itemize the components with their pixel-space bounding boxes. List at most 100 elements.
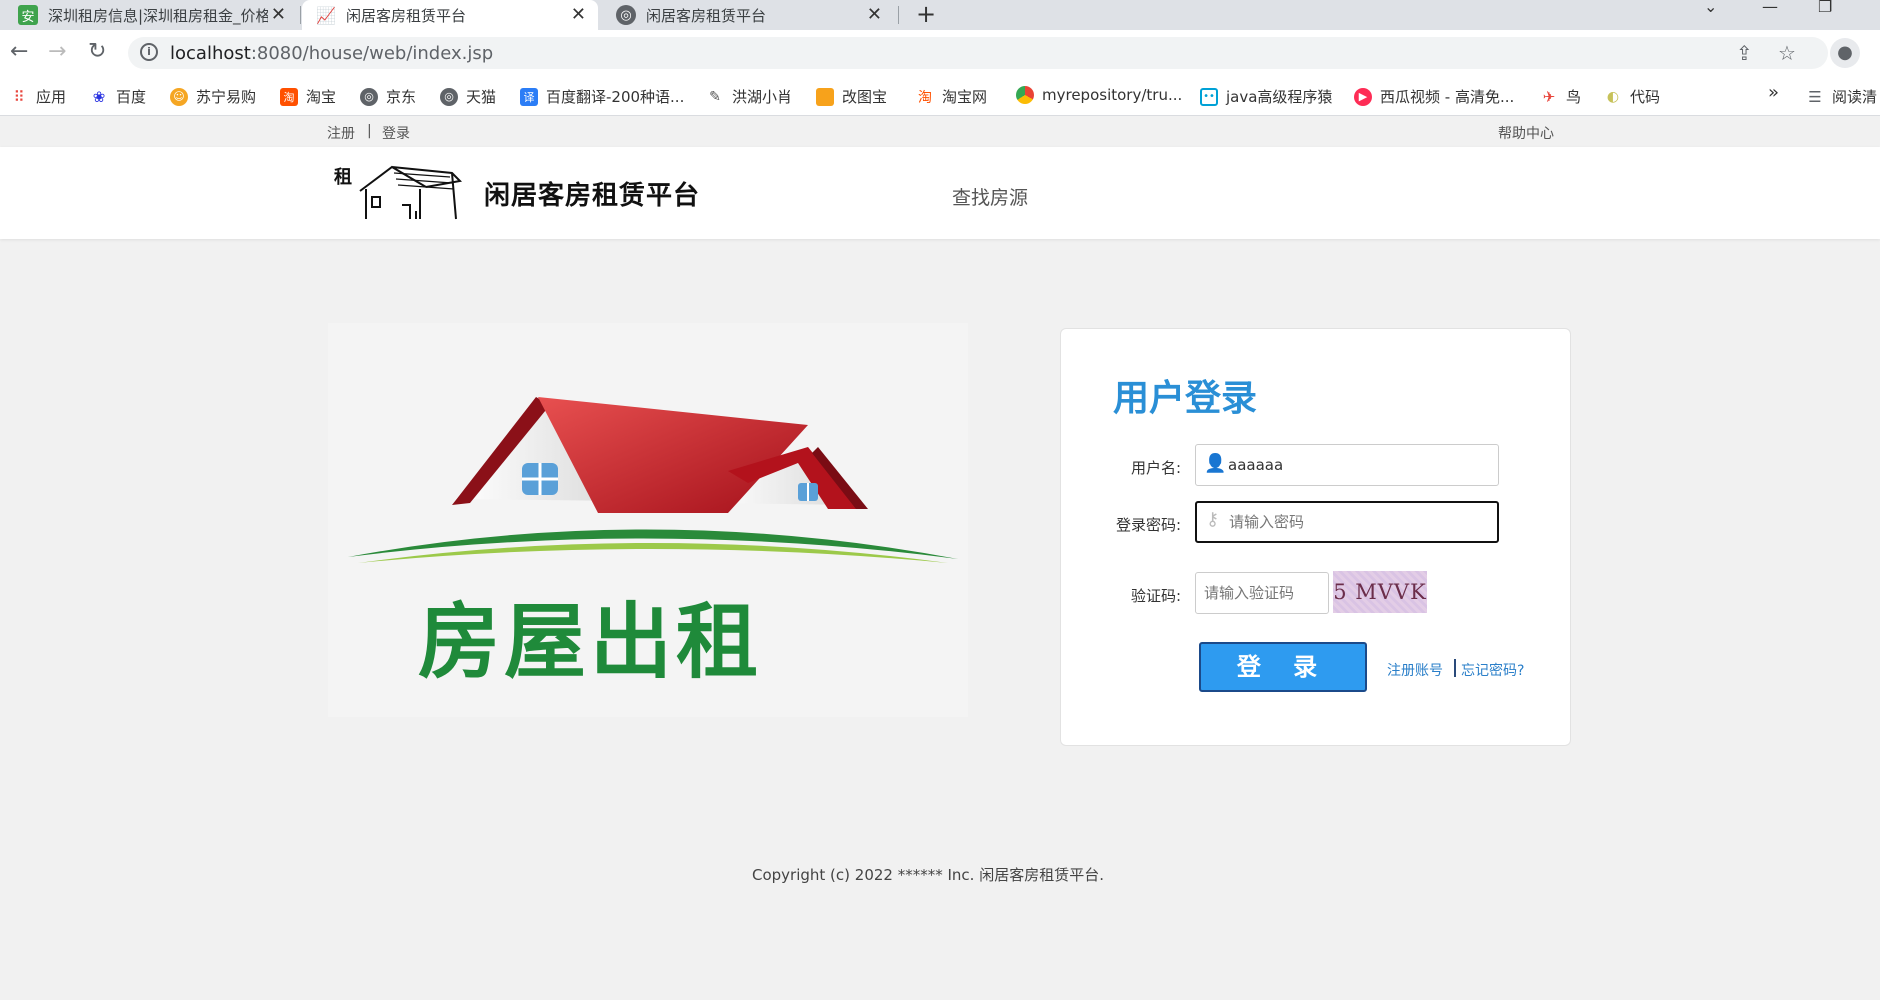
bird-icon: ✈: [1542, 87, 1556, 106]
tab-zufang[interactable]: 安 深圳租房信息|深圳租房租金_价格 ✕: [10, 0, 298, 30]
chrome-icon: [1016, 86, 1034, 104]
globe-icon: ◎: [616, 5, 636, 25]
star-icon[interactable]: ☆: [1778, 41, 1796, 65]
bookmark-label: 代码: [1630, 88, 1661, 106]
login-title: 用户登录: [1113, 378, 1258, 419]
minimize-icon[interactable]: —: [1762, 0, 1778, 15]
bookmark-myrepository[interactable]: myrepository/tru...: [1016, 86, 1182, 104]
captcha-input[interactable]: [1195, 572, 1329, 614]
bookmark-label: myrepository/tru...: [1042, 86, 1183, 104]
bookmark-label: 淘宝网: [942, 88, 988, 106]
user-icon: 👤: [1204, 453, 1227, 474]
nav-find-listings[interactable]: 查找房源: [952, 183, 1028, 210]
bookmark-label: 天猫: [466, 88, 497, 106]
login-submit-button[interactable]: 登 录: [1199, 642, 1367, 692]
bilibili-icon: ••: [1200, 87, 1218, 106]
suning-icon: ☺: [170, 87, 188, 106]
bookmark-code[interactable]: ◐ 代码: [1604, 86, 1660, 107]
bookmark-label: 百度翻译-200种语...: [546, 88, 685, 106]
top-link-divider: |: [367, 123, 372, 139]
bookmark-label: 淘宝: [306, 88, 337, 106]
tab-title: 闲居客房租赁平台: [646, 6, 767, 25]
bookmark-label: 洪湖小肖: [732, 88, 793, 106]
bookmark-label: 西瓜视频 - 高清免...: [1380, 88, 1515, 106]
key-icon: ⚷: [1206, 509, 1220, 530]
baidu-paw-icon: ❀: [92, 87, 106, 106]
register-account-link[interactable]: 注册账号: [1387, 660, 1443, 680]
bird-icon: ✎: [709, 88, 721, 105]
xigua-icon: ▶: [1354, 87, 1372, 106]
tab-title: 深圳租房信息|深圳租房租金_价格: [48, 6, 268, 25]
bookmark-label: 鸟: [1566, 88, 1582, 106]
restore-icon[interactable]: ❐: [1818, 0, 1832, 15]
info-icon[interactable]: i: [140, 43, 158, 61]
share-icon[interactable]: ⇪: [1736, 41, 1753, 65]
green-house-icon: 安: [18, 5, 38, 25]
logo-char: 租: [334, 166, 352, 188]
bookmark-apps[interactable]: ⠿ 应用: [10, 86, 67, 107]
address-bar-row: ← → ↻ i localhost:8080/house/web/index.j…: [0, 30, 1880, 76]
bookmark-label: java高级程序猿: [1226, 88, 1333, 106]
top-login-link[interactable]: 登录: [382, 123, 410, 143]
orange-square-icon: [816, 87, 834, 106]
bookmark-xigua[interactable]: ▶ 西瓜视频 - 高清免...: [1354, 86, 1514, 107]
taobao-icon: 淘: [918, 89, 932, 106]
reading-list-label: 阅读清: [1832, 88, 1878, 106]
reading-list-icon: ☰: [1808, 87, 1822, 106]
url-text: localhost:8080/house/web/index.jsp: [170, 43, 493, 64]
bookmark-label: 应用: [36, 88, 67, 106]
top-register-link[interactable]: 注册: [327, 123, 355, 143]
forward-icon[interactable]: →: [48, 38, 66, 66]
new-tab-button[interactable]: +: [916, 0, 936, 28]
captcha-image[interactable]: 5 MVVK: [1333, 571, 1427, 613]
apps-grid-icon: ⠿: [13, 87, 25, 106]
bookmarks-bar: ⠿ 应用 ❀ 百度 ☺ 苏宁易购 淘淘宝 ◎ 京东 ◎ 天猫 译百度翻译-200种语...…: [0, 76, 1880, 116]
help-center-link[interactable]: 帮助中心: [1498, 123, 1554, 143]
bookmark-jd[interactable]: ◎ 京东: [360, 86, 416, 107]
tab-title: 闲居客房租赁平台: [346, 6, 467, 25]
more-bookmarks-button[interactable]: »: [1768, 82, 1779, 103]
close-icon[interactable]: ✕: [571, 4, 586, 25]
banner-slogan: 房屋出租: [418, 595, 763, 690]
back-icon[interactable]: ←: [10, 38, 28, 66]
username-input[interactable]: [1195, 444, 1499, 486]
close-icon[interactable]: ✕: [867, 4, 882, 25]
site-name[interactable]: 闲居客房租赁平台: [484, 175, 700, 212]
code-icon: ◐: [1606, 88, 1620, 105]
reading-list[interactable]: ☰ 阅读清: [1806, 86, 1877, 107]
close-icon[interactable]: ✕: [271, 4, 286, 25]
bookmark-taobao[interactable]: 淘淘宝: [280, 86, 336, 107]
tab-active[interactable]: 📈 闲居客房租赁平台 ✕: [302, 0, 598, 30]
tab-third[interactable]: ◎ 闲居客房租赁平台 ✕: [604, 0, 894, 30]
translate-icon: 译: [520, 87, 538, 106]
globe-icon: ◎: [360, 87, 378, 106]
forgot-password-link[interactable]: 忘记密码?: [1461, 660, 1524, 680]
bookmark-taobaowang[interactable]: 淘淘宝网: [916, 86, 987, 107]
bookmark-baidu-translate[interactable]: 译百度翻译-200种语...: [520, 86, 684, 107]
bookmark-label: 京东: [386, 88, 417, 106]
link-divider: [1454, 659, 1456, 677]
chart-icon: 📈: [316, 5, 336, 25]
tab-divider: [300, 6, 301, 24]
top-links-bar: 注册 | 登录 帮助中心: [0, 117, 1880, 147]
url-host: localhost: [170, 43, 251, 64]
tab-search-icon[interactable]: ⌄: [1704, 0, 1717, 15]
bookmark-tmall[interactable]: ◎ 天猫: [440, 86, 496, 107]
bookmark-honghu[interactable]: ✎ 洪湖小肖: [706, 86, 792, 107]
bookmark-niao[interactable]: ✈ 鸟: [1540, 86, 1581, 107]
bookmark-suning[interactable]: ☺ 苏宁易购: [170, 86, 256, 107]
password-input[interactable]: [1195, 501, 1499, 543]
banner-image: 房屋出租: [328, 323, 968, 717]
password-label: 登录密码:: [1115, 516, 1181, 534]
bookmark-gaitubao[interactable]: 改图宝: [816, 86, 887, 107]
profile-avatar-icon[interactable]: ●: [1830, 38, 1860, 68]
bookmark-label: 百度: [116, 88, 147, 106]
site-logo[interactable]: 租: [332, 161, 463, 227]
url-path: :8080/house/web/index.jsp: [250, 43, 494, 64]
bookmark-baidu[interactable]: ❀ 百度: [90, 86, 146, 107]
bookmark-java[interactable]: •• java高级程序猿: [1200, 86, 1332, 107]
login-card: 用户登录 用户名: 👤 登录密码: ⚷ 验证码: 5 MVVK 登 录 注册账号…: [1060, 328, 1571, 746]
reload-icon[interactable]: ↻: [88, 38, 106, 66]
url-input[interactable]: i localhost:8080/house/web/index.jsp ⇪ ☆: [128, 37, 1828, 69]
tab-divider: [898, 6, 899, 24]
